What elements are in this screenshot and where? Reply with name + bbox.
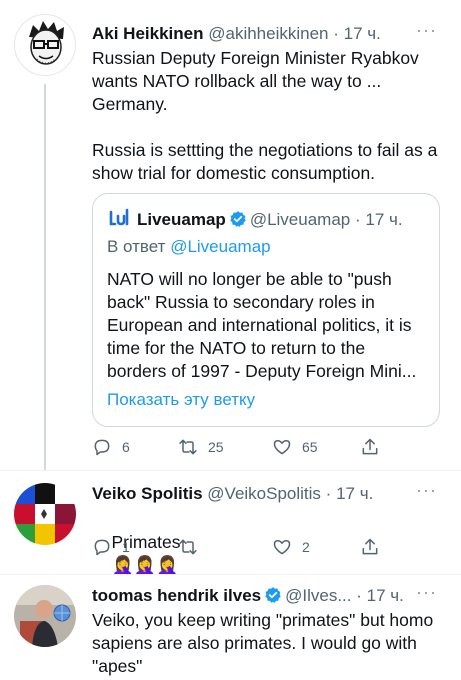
avatar[interactable]: [14, 483, 76, 545]
show-thread-link[interactable]: Показать эту ветку: [107, 390, 255, 410]
share-icon: [362, 438, 378, 455]
author-handle[interactable]: @akihheikkinen: [208, 24, 328, 43]
more-options-icon[interactable]: ···: [416, 20, 437, 41]
more-options-icon[interactable]: ···: [416, 480, 437, 501]
separator-dot: ·: [333, 24, 339, 43]
avatar[interactable]: [14, 585, 76, 647]
separator-dot: ·: [325, 484, 332, 503]
retweet-button[interactable]: 25: [178, 436, 224, 458]
tweet-header: toomas hendrik ilves @Ilves... · 17 ч.: [92, 585, 404, 607]
liveuamap-logo-icon: [107, 206, 131, 230]
verified-badge-icon: [265, 587, 281, 603]
thread-line: [44, 84, 46, 470]
verified-badge-icon: [230, 211, 246, 227]
author-name[interactable]: Veiko Spolitis: [92, 484, 203, 503]
avatar[interactable]: [14, 14, 76, 76]
separator-dot: ·: [356, 586, 362, 605]
like-button[interactable]: 65: [272, 436, 318, 458]
person-photo-avatar-icon: [14, 585, 76, 647]
tweet-header: Veiko Spolitis @VeikoSpolitis · 17 ч.: [92, 483, 373, 505]
heart-icon: [273, 440, 291, 455]
author-name[interactable]: Aki Heikkinen: [92, 24, 204, 43]
timestamp[interactable]: 17 ч.: [367, 586, 404, 605]
share-button[interactable]: [360, 536, 390, 558]
separator-dot: ·: [354, 210, 361, 229]
author-handle[interactable]: @Ilves...: [285, 586, 351, 605]
reply-context: В ответ @Liveuamap: [107, 236, 271, 258]
tweet-toomas-hendrik-ilves[interactable]: toomas hendrik ilves @Ilves... · 17 ч. ·…: [0, 575, 461, 680]
reply-icon: [94, 439, 110, 456]
tweet-actions: 6 25 65: [92, 436, 392, 458]
quoted-author-handle[interactable]: @Liveuamap: [250, 210, 350, 229]
retweet-count: 25: [208, 439, 224, 455]
retweet-icon: [179, 539, 197, 555]
cartoon-avatar-icon: [29, 21, 64, 65]
quoted-tweet[interactable]: Liveuamap @Liveuamap · 17 ч. В ответ @Li…: [92, 193, 440, 427]
flags-avatar-icon: [14, 483, 76, 545]
more-options-icon[interactable]: ···: [416, 582, 437, 603]
tweet-actions: 1 2: [92, 536, 392, 558]
timestamp[interactable]: 17 ч.: [336, 484, 373, 503]
reply-count: 1: [122, 539, 130, 555]
tweet-aki-heikkinen[interactable]: Aki Heikkinen @akihheikkinen · 17 ч. ···…: [0, 0, 461, 470]
author-handle[interactable]: @VeikoSpolitis: [207, 484, 321, 503]
heart-icon: [273, 540, 291, 555]
reply-button[interactable]: 6: [92, 436, 130, 458]
quoted-author-name[interactable]: Liveuamap: [137, 210, 226, 229]
timestamp[interactable]: 17 ч.: [344, 24, 381, 43]
quoted-tweet-header: Liveuamap @Liveuamap · 17 ч.: [107, 206, 403, 231]
tweet-text: Russian Deputy Foreign Minister Ryabkov …: [92, 48, 438, 183]
reply-handle-link[interactable]: @Liveuamap: [170, 237, 270, 256]
tweet-veiko-spolitis[interactable]: Veiko Spolitis @VeikoSpolitis · 17 ч. ··…: [0, 471, 461, 575]
reply-prefix: В ответ: [107, 237, 166, 256]
like-count: 2: [302, 539, 310, 555]
retweet-button[interactable]: [178, 536, 208, 558]
reply-count: 6: [122, 439, 130, 455]
reply-icon: [94, 539, 110, 556]
share-icon: [362, 538, 378, 555]
like-count: 65: [302, 439, 318, 455]
facepalm-emoji-icon: 🤦‍♀️🤦‍♀️🤦‍♀️: [111, 555, 179, 575]
reply-button[interactable]: 1: [92, 536, 130, 558]
quoted-timestamp[interactable]: 17 ч.: [365, 210, 402, 229]
tweet-header: Aki Heikkinen @akihheikkinen · 17 ч.: [92, 23, 381, 45]
tweet-text: Veiko, you keep writing "primates" but h…: [92, 610, 439, 676]
share-button[interactable]: [360, 436, 390, 458]
quoted-tweet-text: NATO will no longer be able to "push bac…: [107, 269, 417, 381]
author-name[interactable]: toomas hendrik ilves: [92, 586, 261, 605]
like-button[interactable]: 2: [272, 536, 310, 558]
retweet-icon: [179, 439, 197, 455]
